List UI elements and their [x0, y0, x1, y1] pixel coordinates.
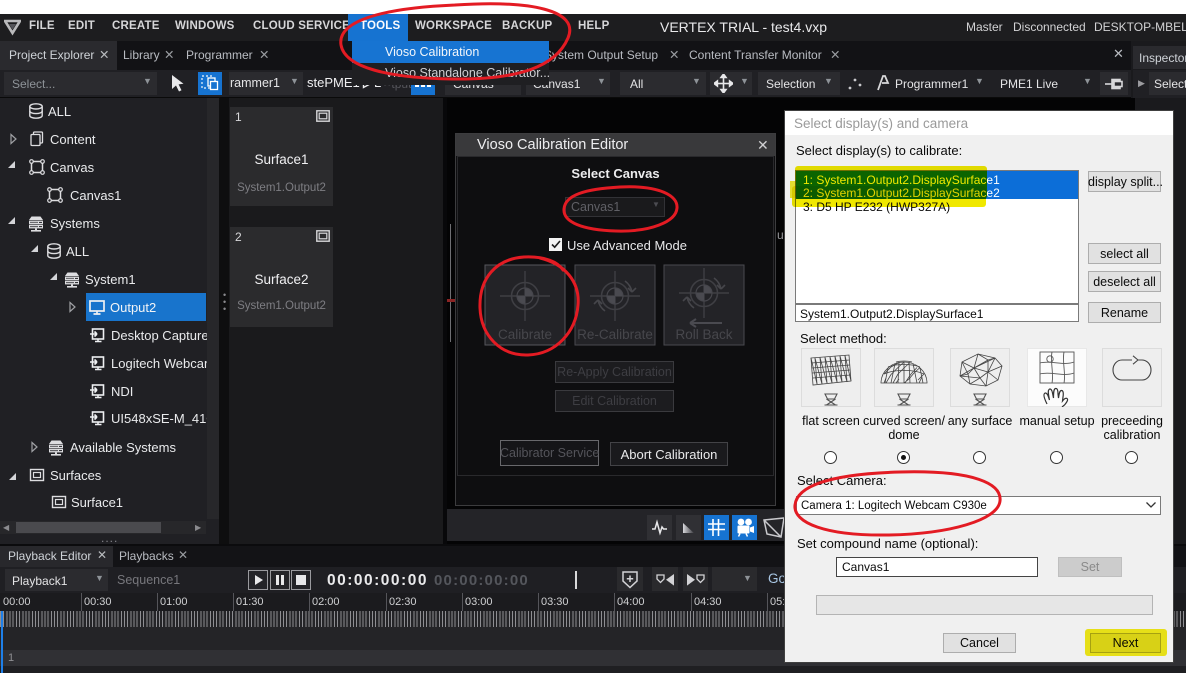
svg-text:Calibrate: Calibrate	[498, 327, 552, 342]
svg-text:Re-Calibrate: Re-Calibrate	[577, 327, 653, 342]
svg-text:Roll Back: Roll Back	[675, 327, 732, 342]
